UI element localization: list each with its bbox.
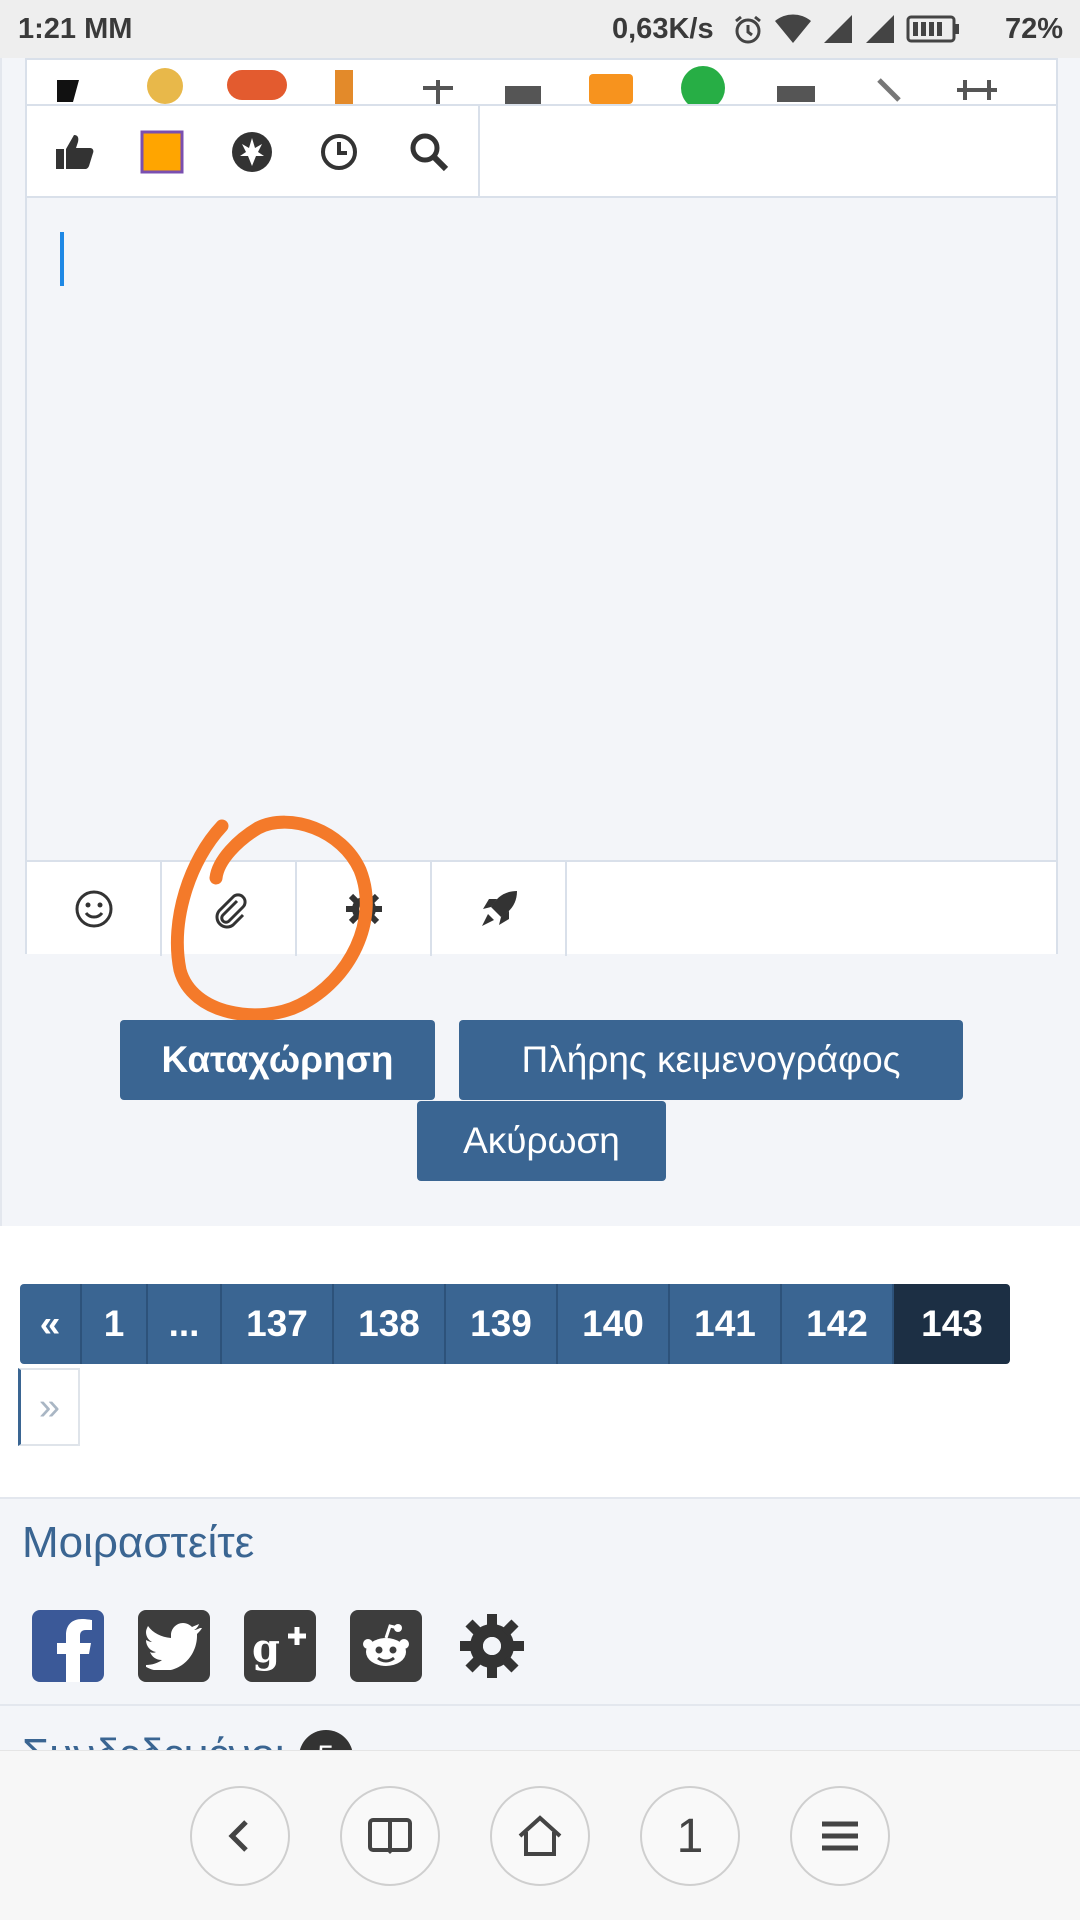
online-label: Συνδεδεμένοι — [22, 1730, 285, 1750]
rebel-icon — [232, 132, 272, 172]
submit-button[interactable]: Καταχώρηση — [120, 1020, 435, 1100]
reddit-share-button[interactable] — [350, 1610, 422, 1682]
smiley-strip-icon — [57, 66, 997, 104]
facebook-icon — [57, 1619, 92, 1682]
twitter-share-button[interactable] — [138, 1610, 210, 1682]
smiley-icon — [75, 890, 112, 928]
facebook-share-button[interactable] — [32, 1610, 104, 1682]
wifi-icon — [775, 14, 811, 44]
back-icon — [228, 1820, 248, 1852]
rebel-button[interactable] — [222, 122, 282, 182]
online-section: Συνδεδεμένοι 5 — [0, 1706, 1080, 1750]
smilies-row — [27, 60, 1056, 106]
settings-button[interactable] — [297, 862, 432, 956]
menu-icon — [822, 1821, 858, 1851]
back-button[interactable] — [190, 1786, 290, 1886]
message-editor — [25, 58, 1058, 956]
gear-icon — [345, 891, 382, 927]
twitter-icon — [146, 1623, 202, 1670]
network-speed: 0,63K/s — [612, 13, 714, 45]
editor-bottom-toolbar — [27, 860, 1056, 956]
svg-text:g: g — [252, 1625, 280, 1672]
page-link[interactable]: 137 — [222, 1284, 334, 1364]
color-button[interactable] — [132, 122, 192, 182]
online-count-badge: 5 — [298, 1730, 353, 1750]
reader-icon — [368, 1818, 412, 1854]
share-icons: g — [32, 1610, 528, 1682]
clock-button[interactable] — [309, 122, 369, 182]
smilies-button[interactable] — [27, 862, 162, 956]
signal-icon — [824, 15, 852, 43]
paperclip-icon — [215, 893, 247, 929]
orange-square-icon — [140, 130, 184, 174]
page-next-button[interactable]: » — [18, 1368, 80, 1446]
google-plus-icon: g — [252, 1625, 306, 1672]
launch-button[interactable] — [432, 862, 567, 956]
search-icon — [410, 133, 449, 172]
share-title: Μοιραστείτε — [22, 1518, 255, 1567]
thumbs-up-button[interactable] — [45, 122, 105, 182]
status-icons — [732, 11, 960, 47]
tabs-count: 1 — [676, 1809, 704, 1863]
share-settings-button[interactable] — [456, 1610, 528, 1682]
signal-icon — [866, 15, 894, 43]
battery-icon — [906, 15, 959, 43]
pagination: « 1 ... 137 138 139 140 141 142 143 — [20, 1284, 1010, 1364]
home-icon — [518, 1815, 562, 1856]
clock-icon — [321, 134, 357, 170]
page-current[interactable]: 143 — [894, 1284, 1010, 1364]
page-first-button[interactable]: « — [20, 1284, 82, 1364]
page-link[interactable]: 139 — [446, 1284, 558, 1364]
page-ellipsis[interactable]: ... — [148, 1284, 222, 1364]
search-button[interactable] — [399, 122, 459, 182]
text-caret[interactable] — [60, 232, 64, 286]
full-editor-button[interactable]: Πλήρης κειμενογράφος — [459, 1020, 963, 1100]
page-link[interactable]: 138 — [334, 1284, 446, 1364]
editor-toolbar — [27, 106, 1056, 198]
battery-percent: 72% — [1005, 13, 1064, 45]
thumbs-up-icon — [56, 135, 94, 169]
home-button[interactable] — [490, 1786, 590, 1886]
status-time: 1:21 ΜΜ — [18, 13, 133, 45]
menu-button[interactable] — [790, 1786, 890, 1886]
page-link[interactable]: 142 — [782, 1284, 894, 1364]
gear-icon — [460, 1614, 524, 1678]
reddit-icon — [363, 1624, 409, 1666]
cancel-button[interactable]: Ακύρωση — [417, 1101, 666, 1181]
rocket-icon — [481, 891, 517, 926]
toolbar-divider — [478, 106, 480, 198]
reader-button[interactable] — [340, 1786, 440, 1886]
page-link[interactable]: 141 — [670, 1284, 782, 1364]
alarm-icon — [735, 15, 761, 44]
attach-button[interactable] — [162, 862, 297, 956]
tabs-button[interactable]: 1 — [640, 1786, 740, 1886]
browser-navbar: 1 — [0, 1750, 1080, 1920]
google-plus-share-button[interactable]: g — [244, 1610, 316, 1682]
online-title: Συνδεδεμένοι 5 — [22, 1730, 353, 1750]
status-bar: 1:21 ΜΜ 0,63K/s 72% — [0, 0, 1080, 58]
page-link[interactable]: 140 — [558, 1284, 670, 1364]
page-link[interactable]: 1 — [82, 1284, 148, 1364]
